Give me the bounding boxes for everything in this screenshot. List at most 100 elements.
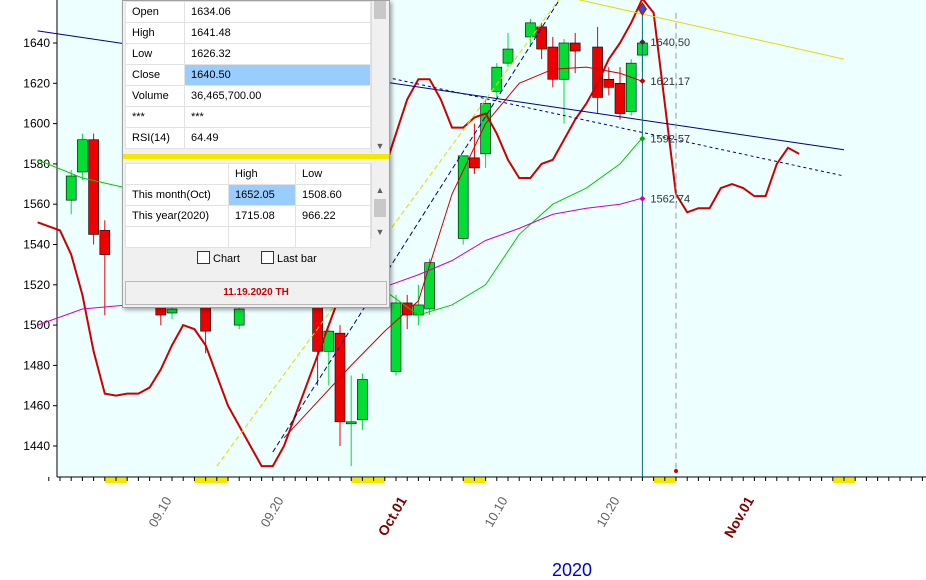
range-label: This month(Oct)	[125, 184, 229, 206]
info-panel: Open 1634.06 High 1641.48 Low 1626.32 Close…	[122, 0, 390, 308]
candle-body	[233, 308, 245, 326]
y-tick-label: 1540	[23, 238, 50, 252]
range-empty	[228, 226, 296, 248]
candle-body	[166, 308, 178, 314]
value-marker-label: 1621.17	[650, 76, 690, 88]
x-tick-label: Oct.01	[375, 493, 410, 538]
x-tick-label: Nov.01	[721, 493, 757, 540]
ohlc-row: Open 1634.06	[125, 1, 371, 23]
row-label: RSI(14)	[125, 127, 185, 149]
y-tick-label: 1560	[23, 197, 50, 211]
ohlc-row: RSI(14) 64.49	[125, 127, 371, 149]
candle-body	[525, 22, 536, 38]
candle-body	[357, 379, 368, 421]
checkbox-icon[interactable]	[197, 251, 210, 264]
candle-body	[614, 83, 626, 114]
range-table: High Low This month(Oct) 1652.05 1508.60…	[125, 163, 371, 248]
y-tick-label: 1440	[23, 439, 50, 453]
row-value: 1634.06	[184, 1, 371, 23]
range-row	[125, 226, 371, 248]
x-tick-label: 10.10	[481, 494, 510, 530]
value-marker-label: 1640.50	[650, 37, 690, 49]
range-scrollbar[interactable]: ▲ ▼	[371, 163, 388, 239]
candle-body	[558, 42, 570, 80]
projection-marker	[674, 469, 678, 473]
row-value: ***	[184, 106, 371, 128]
scroll-thumb[interactable]	[374, 1, 386, 19]
range-header-low: Low	[295, 163, 371, 185]
range-empty	[125, 226, 229, 248]
chart-checkbox[interactable]: Chart	[197, 251, 240, 265]
candle-body	[491, 66, 503, 92]
chevron-up-icon[interactable]: ▲	[372, 185, 388, 195]
scroll-thumb[interactable]	[374, 199, 386, 217]
candle-body	[390, 302, 402, 372]
candle-body	[469, 157, 480, 169]
ohlc-row: Volume 36,465,700.00	[125, 85, 371, 107]
range-label: This year(2020)	[125, 205, 229, 227]
x-tick-label: 09.20	[257, 494, 286, 530]
range-high: 1715.08	[228, 205, 296, 227]
weekend-marker	[194, 478, 228, 483]
candle-body	[569, 42, 581, 52]
range-row: This year(2020) 1715.08 966.22	[125, 205, 371, 227]
chevron-down-icon[interactable]: ▼	[372, 141, 388, 151]
row-label: High	[125, 22, 185, 44]
y-tick-label: 1640	[23, 36, 50, 50]
chart-checkbox-label: Chart	[213, 253, 240, 265]
row-label: ***	[125, 106, 185, 128]
candle-body	[200, 304, 211, 332]
y-tick-label: 1600	[23, 117, 50, 131]
ohlc-row: High 1641.48	[125, 22, 371, 44]
row-value: 64.49	[184, 127, 371, 149]
chevron-down-icon[interactable]: ▼	[372, 227, 388, 237]
row-value: 1626.32	[184, 43, 371, 65]
candle-body	[88, 139, 99, 235]
ohlc-scrollbar[interactable]: ▼	[371, 1, 388, 153]
range-header-blank	[125, 163, 229, 185]
lastbar-checkbox[interactable]: Last bar	[261, 251, 317, 265]
value-marker-label: 1562.74	[650, 194, 690, 206]
checkbox-icon[interactable]	[261, 251, 274, 264]
ohlc-table: Open 1634.06 High 1641.48 Low 1626.32 Close…	[125, 1, 371, 149]
ohlc-row: Low 1626.32	[125, 43, 371, 65]
range-row: This month(Oct) 1652.05 1508.60	[125, 184, 371, 206]
ohlc-row: Close 1640.50	[125, 64, 371, 86]
candle-body	[345, 421, 357, 425]
y-tick-label: 1620	[23, 76, 50, 90]
lastbar-checkbox-label: Last bar	[277, 253, 317, 265]
row-value: 1641.48	[184, 22, 371, 44]
candle-body	[547, 46, 559, 80]
candle-body	[457, 155, 469, 239]
ohlc-row: *** ***	[125, 106, 371, 128]
range-header-row: High Low	[125, 163, 371, 185]
candle-body	[603, 78, 615, 88]
range-low: 966.22	[295, 205, 371, 227]
row-label: Volume	[125, 85, 185, 107]
y-tick-label: 1520	[23, 278, 50, 292]
candle-body	[65, 175, 77, 201]
y-tick-label: 1500	[23, 318, 50, 332]
range-low: 1508.60	[295, 184, 371, 206]
divider	[123, 154, 389, 159]
row-label: Open	[125, 1, 185, 23]
candle-body	[99, 230, 111, 255]
candle-body	[536, 26, 547, 50]
row-value: 36,465,700.00	[184, 85, 371, 107]
range-empty	[295, 226, 371, 248]
row-label: Close	[125, 64, 185, 86]
value-marker-label: 1592.57	[650, 134, 690, 146]
y-tick-label: 1460	[23, 399, 50, 413]
x-tick-label: 10.20	[593, 494, 622, 530]
row-value: 1640.50	[184, 64, 371, 86]
range-high: 1652.05	[228, 184, 296, 206]
candle-body	[77, 139, 88, 173]
candle-body	[155, 306, 167, 316]
range-header-high: High	[228, 163, 296, 185]
candle-body	[625, 62, 637, 112]
x-tick-label: 09.10	[145, 494, 174, 530]
date-label: 11.19.2020 TH	[125, 281, 387, 305]
y-tick-label: 1480	[23, 358, 50, 372]
x-axis-label: 2020	[552, 560, 592, 580]
weekend-marker	[351, 478, 385, 483]
